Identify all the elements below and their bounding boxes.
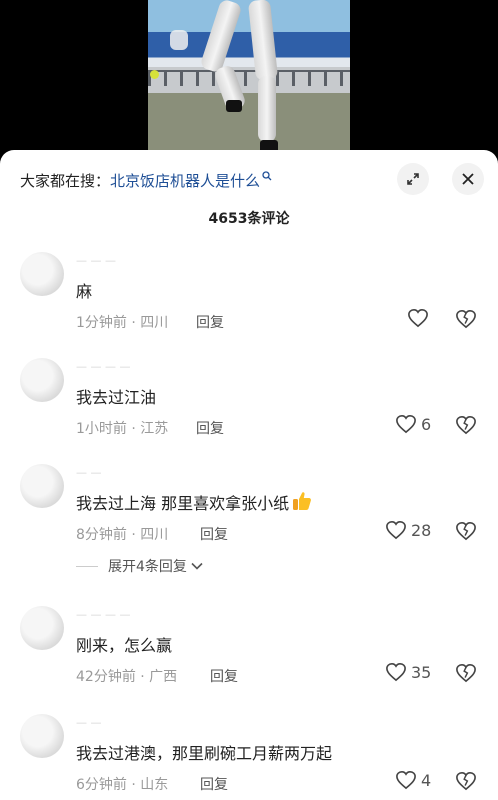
reply-button[interactable]: 回复	[210, 666, 238, 686]
avatar[interactable]	[20, 252, 64, 296]
comment-meta: 42分钟前 · 广西	[76, 669, 178, 685]
mascot-figure	[170, 30, 188, 50]
avatar[interactable]	[20, 464, 64, 508]
comment-meta: 1分钟前 · 四川	[76, 315, 169, 331]
like-button[interactable]: 4	[395, 770, 431, 790]
heart-icon	[396, 414, 416, 434]
comment-meta: 1小时前 · 江苏	[76, 421, 169, 437]
expand-replies-button[interactable]: 展开4条回复	[76, 556, 203, 576]
heart-icon	[408, 308, 428, 328]
robot-foot	[226, 100, 242, 112]
reply-button[interactable]: 回复	[200, 774, 228, 794]
broken-heart-icon[interactable]	[455, 521, 477, 541]
comment-sheet: 大家都在搜： 北京饭店机器人是什么 4653条评论 — — — 麻 1分钟前 ·…	[0, 150, 498, 800]
heart-icon	[386, 520, 406, 540]
comment-text: 我去过港澳，那里刷碗工月薪两万起	[76, 744, 333, 763]
reply-button[interactable]: 回复	[196, 312, 224, 332]
heart-icon	[396, 770, 416, 790]
video-player[interactable]	[0, 0, 498, 160]
close-button[interactable]	[452, 163, 484, 195]
like-count: 6	[421, 414, 432, 434]
reply-button[interactable]: 回复	[200, 524, 228, 544]
comment-meta: 6分钟前 · 山东	[76, 777, 169, 793]
trending-search-term[interactable]: 北京饭店机器人是什么	[110, 170, 260, 191]
username[interactable]: — —	[76, 716, 102, 729]
comment-item: — — — — 刚来，怎么赢 42分钟前 · 广西 回复 35	[0, 606, 498, 716]
heart-icon	[386, 662, 406, 682]
comment-count: 4653条评论	[208, 211, 290, 227]
video-frame	[148, 0, 350, 160]
comment-text: 我去过上海 那里喜欢拿张小纸	[76, 490, 313, 514]
avatar[interactable]	[20, 358, 64, 402]
ball	[150, 70, 159, 79]
avatar[interactable]	[20, 714, 64, 758]
comment-item: — — 我去过港澳，那里刷碗工月薪两万起 6分钟前 · 山东 回复 4	[0, 714, 498, 800]
broken-heart-icon[interactable]	[455, 663, 477, 683]
search-icon	[262, 171, 272, 181]
comment-item: — — 我去过上海 那里喜欢拿张小纸 8分钟前 · 四川 回复 28 展开4条回…	[0, 464, 498, 614]
like-count: 35	[411, 662, 432, 682]
robot-leg-right	[247, 0, 279, 81]
like-count: 4	[421, 770, 432, 790]
fence-railing	[148, 70, 350, 86]
chevron-down-icon	[191, 562, 203, 570]
trending-search-prefix: 大家都在搜：	[20, 171, 111, 190]
thumbs-up-emoji	[293, 492, 312, 510]
avatar[interactable]	[20, 606, 64, 650]
like-button[interactable]: 35	[385, 662, 431, 682]
close-icon	[462, 173, 474, 185]
robot-leg-right-lower	[258, 76, 276, 142]
broken-heart-icon[interactable]	[455, 771, 477, 791]
like-button[interactable]	[407, 308, 429, 328]
reply-button[interactable]: 回复	[196, 418, 224, 438]
robot-leg-left	[199, 0, 243, 74]
trending-search[interactable]: 大家都在搜： 北京饭店机器人是什么	[20, 168, 272, 192]
comment-text: 刚来，怎么赢	[76, 636, 173, 655]
comment-text: 麻	[76, 282, 93, 301]
comment-text: 我去过江油	[76, 388, 157, 407]
username[interactable]: — — — —	[76, 360, 131, 373]
expand-button[interactable]	[397, 163, 429, 195]
like-button[interactable]: 6	[395, 414, 431, 434]
username[interactable]: — —	[76, 466, 102, 479]
expand-replies-label: 展开4条回复	[108, 559, 187, 575]
comment-item: — — — 麻 1分钟前 · 四川 回复	[0, 252, 498, 362]
divider-line	[76, 565, 98, 567]
broken-heart-icon[interactable]	[455, 309, 477, 329]
broken-heart-icon[interactable]	[455, 415, 477, 435]
username[interactable]: — — —	[76, 254, 116, 267]
comment-item: — — — — 我去过江油 1小时前 · 江苏 回复 6	[0, 358, 498, 468]
comment-meta: 8分钟前 · 四川	[76, 527, 169, 543]
username[interactable]: — — — —	[76, 608, 131, 621]
like-count: 28	[411, 520, 432, 540]
expand-icon	[407, 173, 419, 185]
like-button[interactable]: 28	[385, 520, 431, 540]
